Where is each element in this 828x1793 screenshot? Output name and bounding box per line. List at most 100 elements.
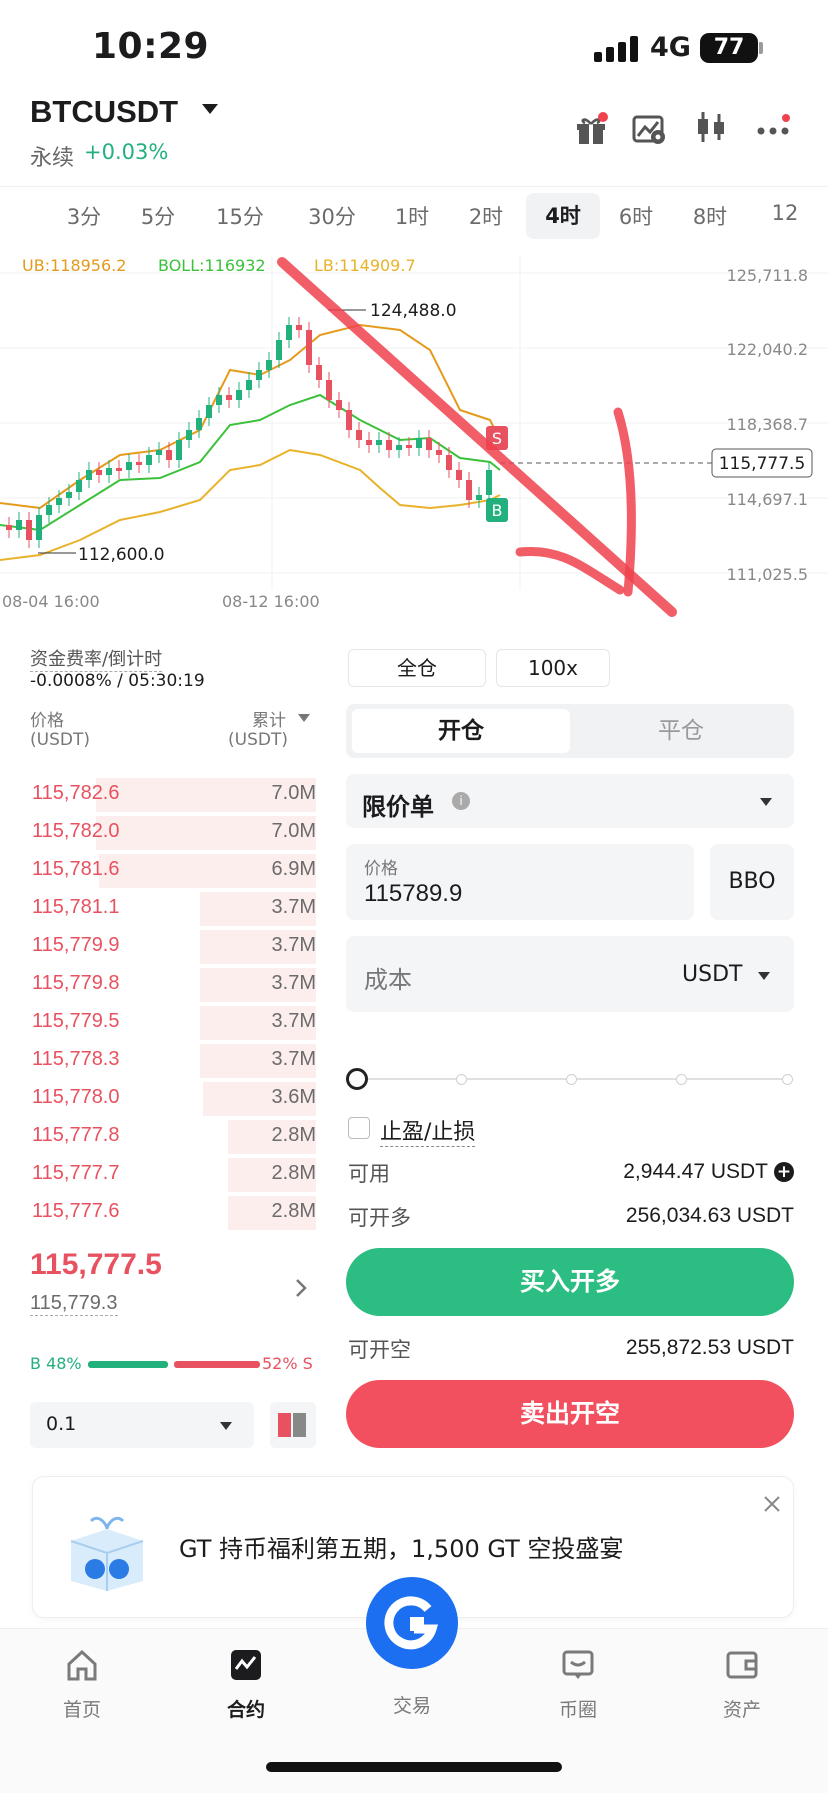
chevron-right-icon[interactable] [292,1276,310,1300]
symbol-dropdown-icon[interactable] [202,104,218,114]
y-tick-4: 114,697.1 [727,490,808,509]
funding-rate-label[interactable]: 资金费率/倒计时 [30,645,163,672]
cost-field[interactable]: 成本 USDT [346,936,794,1012]
candle-body [116,468,122,471]
tab-1h[interactable]: 1时 [382,201,442,231]
tab-close-position[interactable]: 平仓 [574,709,788,753]
order-type-select[interactable]: 限价单 i [346,774,794,828]
max-short-value: 255,872.53 USDT [625,1336,794,1359]
symbol-title[interactable]: BTCUSDT [30,94,178,130]
candle-body [366,440,372,445]
candle-body [356,430,362,440]
candle-body [316,365,322,380]
slider-step-25[interactable] [456,1074,467,1085]
candlestick-icon[interactable] [694,110,728,144]
tab-15m[interactable]: 15分 [210,201,270,231]
tab-6h[interactable]: 6时 [606,201,666,231]
ask-amount: 2.8M [271,1162,316,1184]
ask-amount: 2.8M [271,1124,316,1146]
ask-row[interactable]: 115,781.6 6.9M [30,852,316,890]
ask-row[interactable]: 115,779.5 3.7M [30,1004,316,1042]
nav-futures[interactable]: 合约 [196,1647,296,1722]
nav-trade[interactable]: 交易 [362,1577,462,1718]
ask-amount: 3.7M [271,1048,316,1070]
nav-assets-label: 资产 [722,1699,761,1721]
ask-amount: 3.6M [271,1086,316,1108]
ask-amount: 3.7M [271,972,316,994]
candle-body [66,492,72,498]
cost-unit-dropdown-icon[interactable] [758,972,770,980]
ask-amount: 2.8M [271,1200,316,1222]
nav-assets[interactable]: 资产 [692,1647,792,1722]
ask-row[interactable]: 115,778.3 3.7M [30,1042,316,1080]
tpsl-label[interactable]: 止盈/止损 [380,1114,476,1147]
tab-12h[interactable]: 12 [760,201,810,225]
y-tick-5: 111,025.5 [727,565,808,584]
gift-icon[interactable] [574,112,608,146]
ask-row[interactable]: 115,777.7 2.8M [30,1156,316,1194]
ask-price: 115,777.8 [32,1124,120,1146]
leverage-button[interactable]: 100x [496,649,610,687]
tab-5m[interactable]: 5分 [128,201,188,231]
total-dropdown-icon[interactable] [298,714,310,722]
total-header[interactable]: 累计 [252,706,286,731]
add-funds-icon[interactable]: + [774,1162,794,1182]
price-field[interactable]: 价格 115789.9 [346,844,694,920]
nav-community[interactable]: 币圈 [528,1647,628,1722]
ask-price: 115,779.8 [32,972,120,994]
tab-4h[interactable]: 4时 [526,193,600,239]
chart-settings-icon[interactable] [632,112,666,146]
close-icon[interactable] [761,1493,783,1515]
candle-body [236,390,242,400]
battery-icon: 77 [700,33,758,63]
price-chart[interactable]: 125,711.8 122,040.2 118,368.7 114,697.1 … [0,250,828,620]
candle-body [456,470,462,480]
tpsl-checkbox[interactable] [348,1117,370,1139]
ask-row[interactable]: 115,782.6 7.0M [30,776,316,814]
tab-8h[interactable]: 8时 [680,201,740,231]
slider-step-75[interactable] [676,1074,687,1085]
info-icon[interactable]: i [452,792,470,810]
orderbook-layout-button[interactable] [270,1402,316,1448]
ask-row[interactable]: 115,782.0 7.0M [30,814,316,852]
amount-slider-handle[interactable] [346,1068,368,1090]
tab-30m[interactable]: 30分 [298,201,366,231]
price-unit: (USDT) [30,730,90,750]
slider-step-50[interactable] [566,1074,577,1085]
candle-body [106,468,112,475]
ask-row[interactable]: 115,779.8 3.7M [30,966,316,1004]
cost-unit[interactable]: USDT [682,962,742,987]
bbo-button[interactable]: BBO [710,844,794,920]
ask-row[interactable]: 115,778.0 3.6M [30,1080,316,1118]
ask-price: 115,782.6 [32,782,120,804]
sell-ratio-bar [174,1361,260,1368]
ask-row[interactable]: 115,777.6 2.8M [30,1194,316,1232]
ask-row[interactable]: 115,777.8 2.8M [30,1118,316,1156]
candle-body [56,498,62,505]
candle-body [386,440,392,450]
slider-step-100[interactable] [782,1074,793,1085]
ask-price: 115,782.0 [32,820,120,842]
y-tick-1: 125,711.8 [727,266,808,285]
trade-button-circle[interactable] [366,1577,458,1669]
quantity-step-dropdown-icon [220,1422,232,1430]
nav-home[interactable]: 首页 [32,1647,132,1722]
candle-body [226,395,232,400]
more-icon[interactable] [756,112,790,146]
margin-mode-button[interactable]: 全仓 [348,649,486,687]
sell-short-button[interactable]: 卖出开空 [346,1380,794,1448]
candle-body [476,495,482,500]
max-long-value: 256,034.63 USDT [625,1204,794,1227]
ask-row[interactable]: 115,779.9 3.7M [30,928,316,966]
candle-body [486,470,492,495]
status-time: 10:29 [92,26,210,67]
tab-open-position[interactable]: 开仓 [352,709,570,753]
ask-row[interactable]: 115,781.1 3.7M [30,890,316,928]
buy-long-button[interactable]: 买入开多 [346,1248,794,1316]
candle-body [196,418,202,430]
tab-3m[interactable]: 3分 [54,201,114,231]
price-field-label: 价格 [364,859,398,879]
tab-2h[interactable]: 2时 [456,201,516,231]
quantity-step-select[interactable]: 0.1 [30,1402,254,1448]
candle-body [336,400,342,410]
